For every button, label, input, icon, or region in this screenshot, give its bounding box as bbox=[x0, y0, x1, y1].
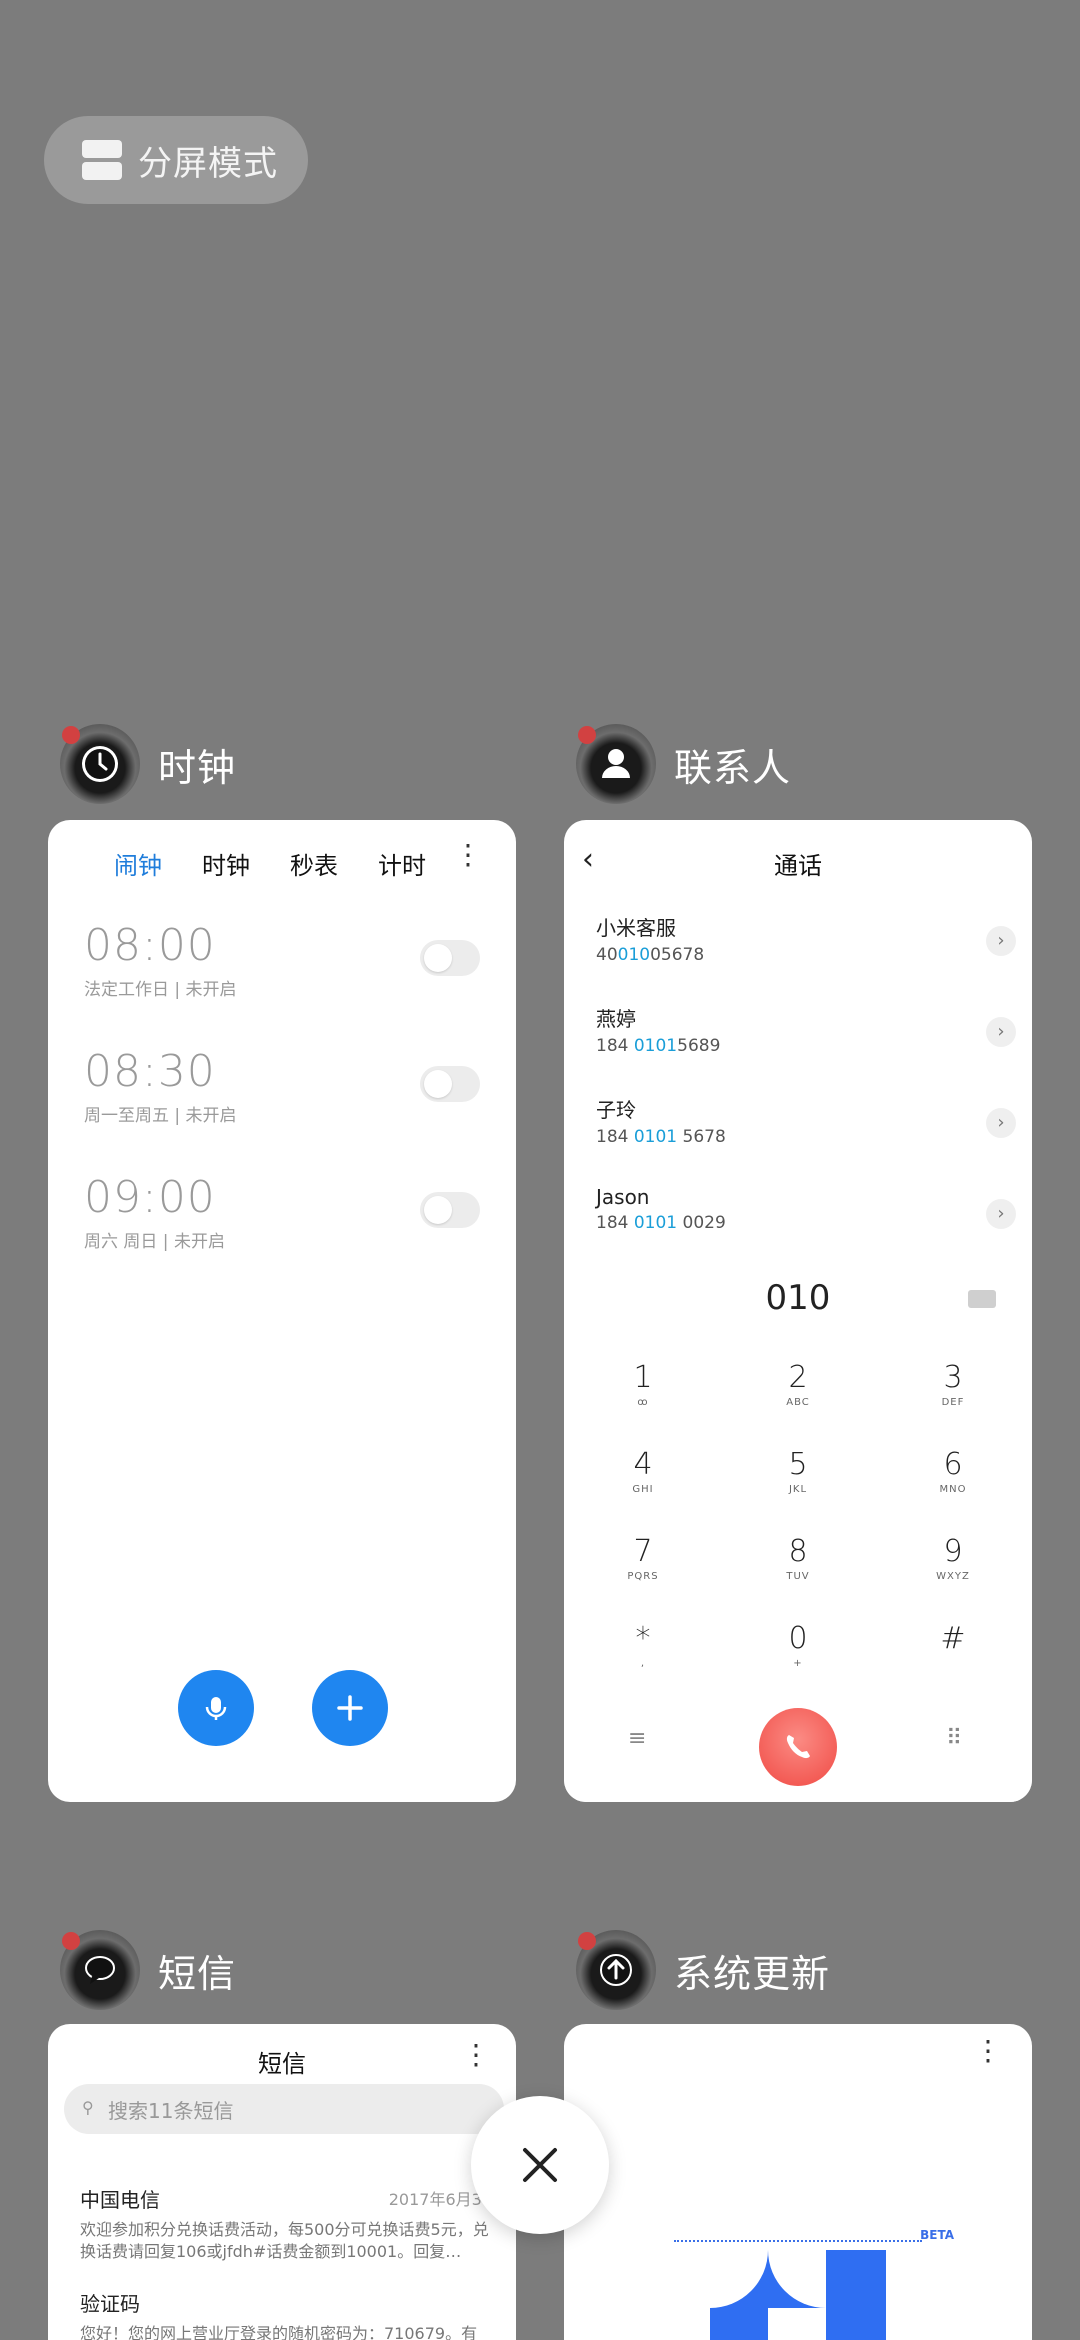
page-title: 通话 bbox=[774, 852, 822, 880]
contact-name: Jason bbox=[596, 1185, 650, 1209]
chevron-right-icon[interactable]: › bbox=[986, 1017, 1016, 1047]
dial-key-3[interactable]: 3 DEF bbox=[898, 1360, 1008, 1408]
search-placeholder: 搜索11条短信 bbox=[108, 2098, 234, 2123]
search-icon: ⚲ bbox=[82, 2098, 94, 2117]
app-name: 联系人 bbox=[674, 745, 792, 790]
dialpad-grid-icon[interactable]: ⠿ bbox=[946, 1726, 962, 1751]
close-icon bbox=[523, 2148, 557, 2182]
update-app-card[interactable]: ⋮ BETA bbox=[564, 2024, 1032, 2340]
dial-key-5[interactable]: 5 JKL bbox=[743, 1447, 853, 1495]
app-header-clock[interactable]: 时钟 bbox=[60, 724, 236, 804]
alarm-desc: 法定工作日 | 未开启 bbox=[84, 980, 237, 1000]
call-log-item[interactable]: 小米客服 4001005678 › bbox=[596, 912, 1016, 992]
phone-icon bbox=[786, 1735, 810, 1759]
message-item[interactable]: 验证码 您好！您的网上营业厅登录的随机密码为：710679。有 bbox=[80, 2288, 492, 2340]
split-screen-button[interactable]: 分屏模式 bbox=[44, 116, 308, 204]
app-name: 短信 bbox=[158, 1951, 237, 1996]
message-preview: 您好！您的网上营业厅登录的随机密码为：710679。有 bbox=[80, 2324, 478, 2340]
alarm-toggle[interactable] bbox=[420, 1066, 480, 1102]
search-input[interactable]: ⚲ 搜索11条短信 bbox=[64, 2084, 504, 2134]
split-screen-label: 分屏模式 bbox=[138, 143, 278, 184]
messages-app-card[interactable]: 短信 ⋮ ⚲ 搜索11条短信 中国电信 2017年6月30 欢迎参加积分兑换话费… bbox=[48, 2024, 516, 2340]
backspace-icon[interactable] bbox=[968, 1290, 996, 1308]
more-menu-icon[interactable]: ⋮ bbox=[462, 2038, 490, 2071]
clock-app-card[interactable]: 闹钟 时钟 秒表 计时 ⋮ 08:00 法定工作日 | 未开启 08:30 周一… bbox=[48, 820, 516, 1802]
dial-key-4[interactable]: 4 GHI bbox=[588, 1447, 698, 1495]
dialpad: 010 1ꝏ 2 ABC 3 DEF 4 GHI 5 JKL 6 MNO 7 PQRS 8T… bbox=[564, 1260, 1032, 1802]
clock-tabs: 闹钟 时钟 秒表 计时 bbox=[48, 846, 516, 881]
dial-key-6[interactable]: 6 MNO bbox=[898, 1447, 1008, 1495]
alarm-item[interactable]: 09:00 周六 周日 | 未开启 bbox=[84, 1172, 480, 1262]
update-arrow-icon bbox=[576, 1930, 656, 2010]
tab-timer[interactable]: 计时 bbox=[358, 846, 446, 881]
call-log-item[interactable]: 子玲 184 0101 5678 › bbox=[596, 1094, 1016, 1174]
app-name: 系统更新 bbox=[674, 1951, 831, 1996]
plus-icon bbox=[337, 1695, 363, 1721]
contact-number: 184 0101 0029 bbox=[596, 1213, 726, 1233]
alarm-desc: 周一至周五 | 未开启 bbox=[84, 1106, 237, 1126]
contact-name: 小米客服 bbox=[596, 916, 676, 940]
menu-lines-icon[interactable]: ≡ bbox=[628, 1726, 646, 1751]
dial-key-9[interactable]: 9 WXYZ bbox=[898, 1534, 1008, 1582]
chevron-right-icon[interactable]: › bbox=[986, 1108, 1016, 1138]
message-item[interactable]: 中国电信 2017年6月30 欢迎参加积分兑换话费活动，每500分可兑换话费5元… bbox=[80, 2184, 492, 2263]
contact-number: 184 01015689 bbox=[596, 1036, 721, 1056]
tab-stopwatch[interactable]: 秒表 bbox=[270, 846, 358, 881]
call-button[interactable] bbox=[759, 1708, 837, 1786]
close-all-button[interactable] bbox=[471, 2096, 609, 2234]
dial-key-2[interactable]: 2 ABC bbox=[743, 1360, 853, 1408]
voice-alarm-button[interactable] bbox=[178, 1670, 254, 1746]
message-icon bbox=[60, 1930, 140, 2010]
more-menu-icon[interactable]: ⋮ bbox=[454, 838, 482, 871]
app-name: 时钟 bbox=[158, 745, 237, 790]
call-log-item[interactable]: 燕婷 184 01015689 › bbox=[596, 1003, 1016, 1083]
split-screen-icon bbox=[82, 140, 122, 180]
app-header-update[interactable]: 系统更新 bbox=[576, 1930, 830, 2010]
tab-clock[interactable]: 时钟 bbox=[182, 846, 270, 881]
contact-name: 燕婷 bbox=[596, 1007, 636, 1031]
tab-alarm[interactable]: 闹钟 bbox=[94, 846, 182, 881]
alarm-item[interactable]: 08:00 法定工作日 | 未开启 bbox=[84, 920, 480, 1010]
dial-key-0[interactable]: 0 + bbox=[743, 1621, 853, 1669]
dial-key-8[interactable]: 8 TUV bbox=[743, 1534, 853, 1582]
page-title: 短信 bbox=[258, 2050, 306, 2078]
contact-number: 184 0101 5678 bbox=[596, 1127, 726, 1147]
contact-number: 4001005678 bbox=[596, 945, 705, 965]
dial-key-star[interactable]: *, bbox=[588, 1621, 698, 1669]
clock-icon bbox=[60, 724, 140, 804]
contacts-app-card[interactable]: ‹ 通话 小米客服 4001005678 › 燕婷 184 01015689 ›… bbox=[564, 820, 1032, 1802]
message-preview: 欢迎参加积分兑换话费活动，每500分可兑换话费5元，兑换话费请回复106或jfd… bbox=[80, 2220, 489, 2261]
call-log-item[interactable]: Jason 184 0101 0029 › bbox=[596, 1185, 1016, 1265]
dialed-number: 010 bbox=[765, 1278, 831, 1318]
alarm-item[interactable]: 08:30 周一至周五 | 未开启 bbox=[84, 1046, 480, 1136]
beta-badge: BETA bbox=[920, 2228, 954, 2242]
contact-icon bbox=[576, 724, 656, 804]
alarm-toggle[interactable] bbox=[420, 940, 480, 976]
dial-key-hash[interactable]: # bbox=[898, 1621, 1008, 1658]
more-menu-icon[interactable]: ⋮ bbox=[974, 2034, 1002, 2067]
alarm-desc: 周六 周日 | 未开启 bbox=[84, 1232, 225, 1252]
alarm-toggle[interactable] bbox=[420, 1192, 480, 1228]
add-alarm-button[interactable] bbox=[312, 1670, 388, 1746]
contact-name: 子玲 bbox=[596, 1098, 636, 1122]
dial-key-1[interactable]: 1ꝏ bbox=[588, 1360, 698, 1408]
message-sender: 验证码 bbox=[80, 2292, 140, 2316]
chevron-right-icon[interactable]: › bbox=[986, 1199, 1016, 1229]
dial-key-7[interactable]: 7 PQRS bbox=[588, 1534, 698, 1582]
app-header-messages[interactable]: 短信 bbox=[60, 1930, 236, 2010]
microphone-icon bbox=[205, 1697, 227, 1720]
beta-divider bbox=[674, 2240, 922, 2242]
update-illustration bbox=[710, 2250, 886, 2340]
app-header-contacts[interactable]: 联系人 bbox=[576, 724, 791, 804]
chevron-right-icon[interactable]: › bbox=[986, 926, 1016, 956]
